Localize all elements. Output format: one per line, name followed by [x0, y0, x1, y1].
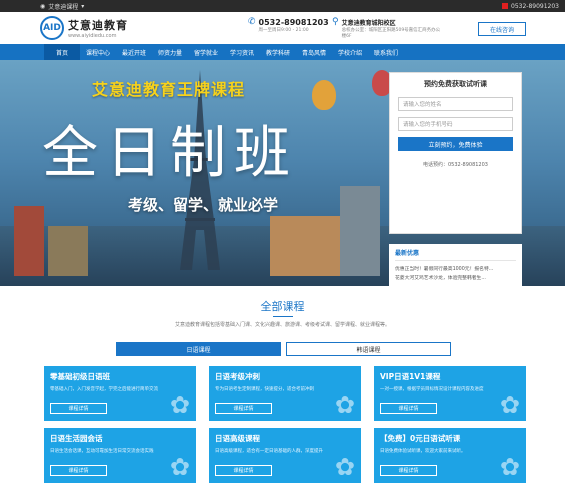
tab-japanese[interactable]: 日语课程: [116, 342, 281, 356]
form-hotline: 电话预约：0532-89081203: [423, 162, 488, 168]
top-bar: ◉ 艾意迪课程 ▾ 0532-89091203: [0, 0, 565, 12]
banner-subtitle: 考级、留学、就业必学: [128, 196, 279, 214]
course-card[interactable]: 日语高级课程 日语高级课程，适合有一定日语基础的人群，深度提升 课程详情 ✿: [209, 428, 361, 483]
header-phone: ✆ 0532-89081203 周一至周日9:00 - 21:00: [248, 17, 329, 34]
courses-title-text: 全部课程: [260, 300, 305, 313]
promo-item[interactable]: 优惠正当时！暑假同行最高1000元！报名特...: [395, 265, 516, 274]
building-illustration: [270, 216, 340, 276]
nav-item-courses[interactable]: 课程中心: [80, 44, 116, 60]
phone-number: 0532-89081203: [258, 18, 329, 27]
flower-icon: ✿: [499, 391, 520, 419]
courses-description: 艾意迪教育课程包括零基础入门课、文化兴趣课、旅游课、考级考试课、留学课程、就业课…: [174, 322, 390, 328]
top-menu-label: 艾意迪课程: [48, 3, 79, 11]
course-details-button[interactable]: 课程详情: [215, 403, 272, 414]
submit-button[interactable]: 立刻预约，免费体验: [398, 137, 513, 151]
nav-item-news[interactable]: 学习资讯: [224, 44, 260, 60]
building-illustration: [14, 206, 44, 276]
course-card[interactable]: 日语考级冲刺 专为日语考生定制课程，快速提分，适合考前冲刺 课程详情 ✿: [209, 366, 361, 421]
flower-icon: ✿: [169, 391, 190, 419]
form-title: 预约免费获取试听课: [424, 80, 487, 88]
site-header: AID 艾意迪教育 www.aiyidiedu.com ✆ 0532-89081…: [0, 12, 565, 44]
top-bar-right: 0532-89091203: [502, 3, 559, 10]
phone-icon: ✆: [248, 17, 256, 27]
top-bar-left[interactable]: ◉ 艾意迪课程 ▾: [40, 2, 84, 11]
nav-item-study-abroad[interactable]: 留学就业: [188, 44, 224, 60]
course-details-button[interactable]: 课程详情: [215, 465, 272, 476]
trial-signup-form: 预约免费获取试听课 请输入您的姓名 请输入您的手机号码 立刻预约，免费体验 电话…: [389, 72, 522, 234]
flower-icon: ✿: [169, 453, 190, 481]
business-hours: 周一至周日9:00 - 21:00: [258, 28, 309, 33]
course-card[interactable]: 零基础初级日语班 零基础入门，入门发音学起，学完之后能进行简单交流 课程详情 ✿: [44, 366, 196, 421]
flower-icon: ✿: [334, 453, 355, 481]
course-details-button[interactable]: 课程详情: [50, 465, 107, 476]
course-card[interactable]: 【免费】0元日语试听课 日语免费体验试听课，欢迎大家前来试听。 课程详情 ✿: [374, 428, 526, 483]
nav-item-contact[interactable]: 联系我们: [368, 44, 404, 60]
flower-icon: ✿: [499, 453, 520, 481]
nav-item-about[interactable]: 学校介绍: [332, 44, 368, 60]
phone-badge-icon: [502, 3, 509, 9]
course-desc: 一对一授课，根据学员目标情况设计课程内容及进度: [380, 387, 484, 392]
course-cards: 零基础初级日语班 零基础入门，入门发音学起，学完之后能进行简单交流 课程详情 ✿…: [44, 366, 565, 483]
logo[interactable]: AID 艾意迪教育 www.aiyidiedu.com: [40, 16, 128, 40]
course-title: 日语考级冲刺: [215, 372, 260, 381]
nav-item-qingdao[interactable]: 青岛风情: [296, 44, 332, 60]
logo-mark: AID: [40, 16, 64, 40]
course-title: 零基础初级日语班: [50, 372, 110, 381]
course-title: VIP日语1V1课程: [380, 372, 441, 381]
nav-item-research[interactable]: 教学科研: [260, 44, 296, 60]
logo-name: 艾意迪教育: [68, 19, 128, 32]
building-illustration: [340, 186, 380, 276]
logo-url: www.aiyidiedu.com: [68, 33, 117, 39]
tab-korean[interactable]: 韩语课程: [286, 342, 451, 356]
globe-icon: ◉: [40, 2, 46, 10]
nav-item-teachers[interactable]: 师资力量: [152, 44, 188, 60]
banner-big-text: 全日制班: [42, 121, 298, 186]
flower-icon: ✿: [334, 391, 355, 419]
course-desc: 零基础入门，入门发音学起，学完之后能进行简单交流: [50, 387, 158, 392]
promo-item[interactable]: 花菱大河艾鸡艺术沙龙，体验完整韩者生...: [395, 274, 516, 283]
location-pin-icon: ⚲: [332, 17, 339, 27]
course-details-button[interactable]: 课程详情: [50, 403, 107, 414]
main-nav: 首页 课程中心 最近开班 师资力量 留学就业 学习资讯 教学科研 青岛风情 学校…: [0, 44, 565, 60]
nav-item-new-classes[interactable]: 最近开班: [116, 44, 152, 60]
nav-item-home[interactable]: 首页: [44, 44, 80, 60]
course-title: 【免费】0元日语试听课: [380, 434, 461, 443]
course-desc: 专为日语考生定制课程，快速提分，适合考前冲刺: [215, 387, 314, 392]
building-illustration: [48, 226, 88, 276]
course-desc: 日语免费体验试听课，欢迎大家前来试听。: [380, 449, 466, 454]
course-details-button[interactable]: 课程详情: [380, 403, 437, 414]
course-title: 日语高级课程: [215, 434, 260, 443]
promo-title: 最新优惠: [395, 248, 516, 261]
course-details-button[interactable]: 课程详情: [380, 465, 437, 476]
caret-down-icon: ▾: [81, 2, 85, 10]
course-desc: 日语高级课程，适合有一定日语基础的人群，深度提升: [215, 449, 323, 454]
course-card[interactable]: VIP日语1V1课程 一对一授课，根据学员目标情况设计课程内容及进度 课程详情 …: [374, 366, 526, 421]
banner-headline: 艾意迪教育王牌课程: [92, 80, 246, 99]
courses-section-title: 全部课程: [0, 298, 565, 317]
course-card[interactable]: 日语生活园会话 日语生活会话课，互动可靠加生活日常交流会话实践 课程详情 ✿: [44, 428, 196, 483]
phone-input[interactable]: 请输入您的手机号码: [398, 117, 513, 131]
hero-banner[interactable]: 艾意迪教育王牌课程 全日制班 考级、留学、就业必学 预约免费获取试听课 请输入您…: [0, 60, 565, 286]
course-desc: 日语生活会话课，互动可靠加生活日常交流会话实践: [50, 449, 154, 454]
consult-button[interactable]: 在线咨询: [478, 22, 526, 36]
promo-panel: 最新优惠 优惠正当时！暑假同行最高1000元！报名特... 花菱大河艾鸡艺术沙龙…: [389, 244, 522, 286]
top-phone: 0532-89091203: [511, 2, 559, 10]
school-address: 总校办公室：城阳区正阳路509号嘉信汇商务办公楼6F: [341, 28, 441, 39]
school-name: 艾意迪教育城阳校区: [341, 20, 396, 27]
hot-air-balloon: [312, 80, 336, 110]
name-input[interactable]: 请输入您的姓名: [398, 97, 513, 111]
header-address: ⚲ 艾意迪教育城阳校区 总校办公室：城阳区正阳路509号嘉信汇商务办公楼6F: [332, 17, 442, 40]
course-tabs: 日语课程 韩语课程: [116, 342, 565, 356]
title-underline: [272, 316, 293, 317]
course-title: 日语生活园会话: [50, 434, 103, 443]
